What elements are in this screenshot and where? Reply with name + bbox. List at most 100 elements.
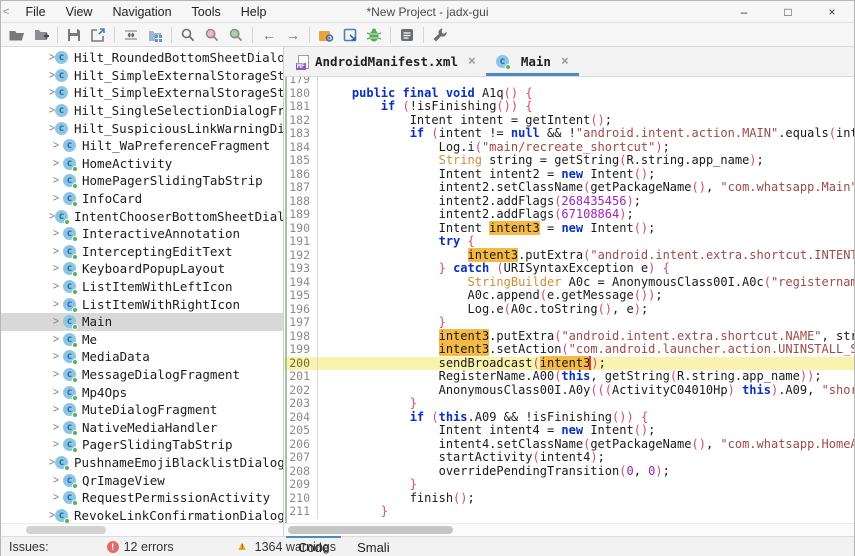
close-icon[interactable]: × <box>468 54 476 69</box>
editor-horizontal-scrollbar[interactable] <box>284 524 854 536</box>
tree-item-mp4ops[interactable]: > c Mp4Ops <box>1 383 283 401</box>
menu-file[interactable]: File <box>15 3 55 21</box>
errors-status[interactable]: ! 12 errors <box>106 540 174 554</box>
tree-item-pagerslidingtabstrip[interactable]: > c PagerSlidingTabStrip <box>1 436 283 454</box>
tree-item-hilt_simpleexternalstoragest[interactable]: > c Hilt_SimpleExternalStorageSt <box>1 84 283 102</box>
tree-item-hilt_wapreferencefragment[interactable]: > c Hilt_WaPreferenceFragment <box>1 137 283 155</box>
tree-item-hilt_simpleexternalstoragest[interactable]: > c Hilt_SimpleExternalStorageSt <box>1 67 283 85</box>
menu-tools[interactable]: Tools <box>182 3 231 21</box>
maximize-button[interactable]: □ <box>766 1 810 23</box>
tree-item-hilt_suspiciouslinkwarningdi[interactable]: > c Hilt_SuspiciousLinkWarningDi <box>1 119 283 137</box>
code-line-183[interactable]: 183 if (intent != null && !"android.inte… <box>284 126 854 141</box>
chevron-right-icon[interactable]: > <box>49 333 63 346</box>
code-line-207[interactable]: 207 startActivity(intent4); <box>284 450 854 465</box>
open-file-icon[interactable] <box>5 24 29 45</box>
code-line-186[interactable]: 186 Intent intent2 = new Intent(); <box>284 167 854 181</box>
chevron-right-icon[interactable]: > <box>49 491 63 504</box>
chevron-right-icon[interactable]: > <box>49 421 63 434</box>
tree-item-qrimageview[interactable]: > c QrImageView <box>1 471 283 489</box>
code-line-188[interactable]: 188 intent2.addFlags(268435456); <box>284 194 854 208</box>
minimize-button[interactable]: – <box>722 1 766 23</box>
tree-item-pushnameemojiblacklistdialog[interactable]: > c PushnameEmojiBlacklistDialog <box>1 454 283 472</box>
tree-item-interactiveannotation[interactable]: > c InteractiveAnnotation <box>1 225 283 243</box>
chevron-right-icon[interactable]: > <box>49 280 63 293</box>
chevron-right-icon[interactable]: > <box>49 175 63 188</box>
chevron-right-icon[interactable]: > <box>49 386 63 399</box>
code-line-194[interactable]: 194 StringBuilder A0c = AnonymousClass00… <box>284 275 854 289</box>
code-line-205[interactable]: 205 Intent intent4 = new Intent(); <box>284 423 854 438</box>
code-line-202[interactable]: 202 AnonymousClass00I.A0y(((ActivityC040… <box>284 383 854 397</box>
code-line-208[interactable]: 208 overridePendingTransition(0, 0); <box>284 464 854 478</box>
tab-androidmanifest.xml[interactable]: MF AndroidManifest.xml × <box>288 47 486 76</box>
code-line-182[interactable]: 182 Intent intent = getIntent(); <box>284 113 854 127</box>
close-icon[interactable]: × <box>561 54 569 69</box>
code-line-211[interactable]: 211 } <box>284 504 854 519</box>
flat-packages-icon[interactable] <box>143 24 167 45</box>
close-button[interactable]: × <box>810 1 854 23</box>
export-icon[interactable] <box>86 24 110 45</box>
menu-help[interactable]: Help <box>231 3 277 21</box>
tree-item-me[interactable]: > c Me <box>1 331 283 349</box>
tree-scrollbar-thumb[interactable] <box>26 526 106 534</box>
code-line-184[interactable]: 184 Log.i("main/recreate_shortcut"); <box>284 140 854 154</box>
code-line-187[interactable]: 187 intent2.setClassName(getPackageName(… <box>284 180 854 195</box>
menu-view[interactable]: View <box>56 3 103 21</box>
tree-item-hilt_roundedbottomsheetdialo[interactable]: > c Hilt_RoundedBottomSheetDialo <box>1 49 283 67</box>
code-line-196[interactable]: 196 Log.e(A0c.toString(), e); <box>284 302 854 316</box>
code-line-199[interactable]: 199 intent3.setAction("com.android.launc… <box>284 342 854 357</box>
nav-forward-icon[interactable]: → <box>281 24 305 45</box>
code-line-210[interactable]: 210 finish(); <box>284 491 854 505</box>
editor-scrollbar-thumb[interactable] <box>288 526 453 534</box>
tree-item-homepagerslidingtabstrip[interactable]: > c HomePagerSlidingTabStrip <box>1 172 283 190</box>
usage-search-icon[interactable] <box>224 24 248 45</box>
code-line-200[interactable]: 200 sendBroadcast(intent3); <box>284 355 854 370</box>
bottom-tab-smali[interactable]: Smali <box>343 537 404 556</box>
chevron-right-icon[interactable]: > <box>49 403 63 416</box>
code-line-203[interactable]: 203 } <box>284 396 854 411</box>
tree-item-hilt_singleselectiondialogfr[interactable]: > c Hilt_SingleSelectionDialogFr <box>1 102 283 120</box>
tree-item-intentchooserbottomsheetdial[interactable]: > c IntentChooserBottomSheetDial <box>1 207 283 225</box>
tree-horizontal-scrollbar[interactable] <box>1 524 284 536</box>
chevron-right-icon[interactable]: > <box>49 298 63 311</box>
chevron-right-icon[interactable]: > <box>49 368 63 381</box>
save-icon[interactable] <box>62 24 86 45</box>
bottom-tab-code[interactable]: Code <box>284 536 343 556</box>
tree-item-mutedialogfragment[interactable]: > c MuteDialogFragment <box>1 401 283 419</box>
preferences-icon[interactable] <box>428 24 452 45</box>
code-line-193[interactable]: 193 } catch (URISyntaxException e) { <box>284 261 854 276</box>
tree-item-infocard[interactable]: > c InfoCard <box>1 190 283 208</box>
code-line-209[interactable]: 209 } <box>284 477 854 492</box>
code-line-185[interactable]: 185 String string = getString(R.string.a… <box>284 153 854 168</box>
chevron-right-icon[interactable]: > <box>49 192 63 205</box>
chevron-right-icon[interactable]: > <box>49 263 63 276</box>
chevron-right-icon[interactable]: > <box>49 315 63 328</box>
chevron-left-icon[interactable]: < <box>1 6 15 18</box>
debug-icon[interactable] <box>362 24 386 45</box>
chevron-right-icon[interactable]: > <box>49 245 63 258</box>
deobfuscation-icon[interactable] <box>314 24 338 45</box>
code-line-191[interactable]: 191 try { <box>284 234 854 249</box>
add-files-icon[interactable] <box>29 24 53 45</box>
code-line-195[interactable]: 195 A0c.append(e.getMessage()); <box>284 288 854 303</box>
tree-item-interceptingedittext[interactable]: > c InterceptingEditText <box>1 243 283 261</box>
reload-icon[interactable] <box>119 24 143 45</box>
quark-report-icon[interactable] <box>338 24 362 45</box>
code-line-204[interactable]: 204 if (this.A09 && !isFinishing()) { <box>284 410 854 424</box>
class-search-icon[interactable] <box>200 24 224 45</box>
tree-item-nativemediahandler[interactable]: > c NativeMediaHandler <box>1 418 283 436</box>
tree-item-requestpermissionactivity[interactable]: > c RequestPermissionActivity <box>1 489 283 507</box>
nav-back-icon[interactable]: ← <box>257 24 281 45</box>
tree-item-keyboardpopuplayout[interactable]: > c KeyboardPopupLayout <box>1 260 283 278</box>
tab-main[interactable]: c Main × <box>485 47 579 76</box>
code-line-197[interactable]: 197 } <box>284 315 854 330</box>
chevron-right-icon[interactable]: > <box>49 474 63 487</box>
code-line-190[interactable]: 190 Intent intent3 = new Intent(); <box>284 220 854 235</box>
code-line-192[interactable]: 192 intent3.putExtra("android.intent.ext… <box>284 247 854 262</box>
code-line-189[interactable]: 189 intent2.addFlags(67108864); <box>284 207 854 222</box>
chevron-right-icon[interactable]: > <box>49 439 63 452</box>
tree-item-listitemwithlefticon[interactable]: > c ListItemWithLeftIcon <box>1 278 283 296</box>
chevron-right-icon[interactable]: > <box>49 351 63 364</box>
code-line-181[interactable]: 181 if (!isFinishing()) { <box>284 99 854 114</box>
menu-navigation[interactable]: Navigation <box>102 3 181 21</box>
tree-item-listitemwithrighticon[interactable]: > c ListItemWithRightIcon <box>1 295 283 313</box>
